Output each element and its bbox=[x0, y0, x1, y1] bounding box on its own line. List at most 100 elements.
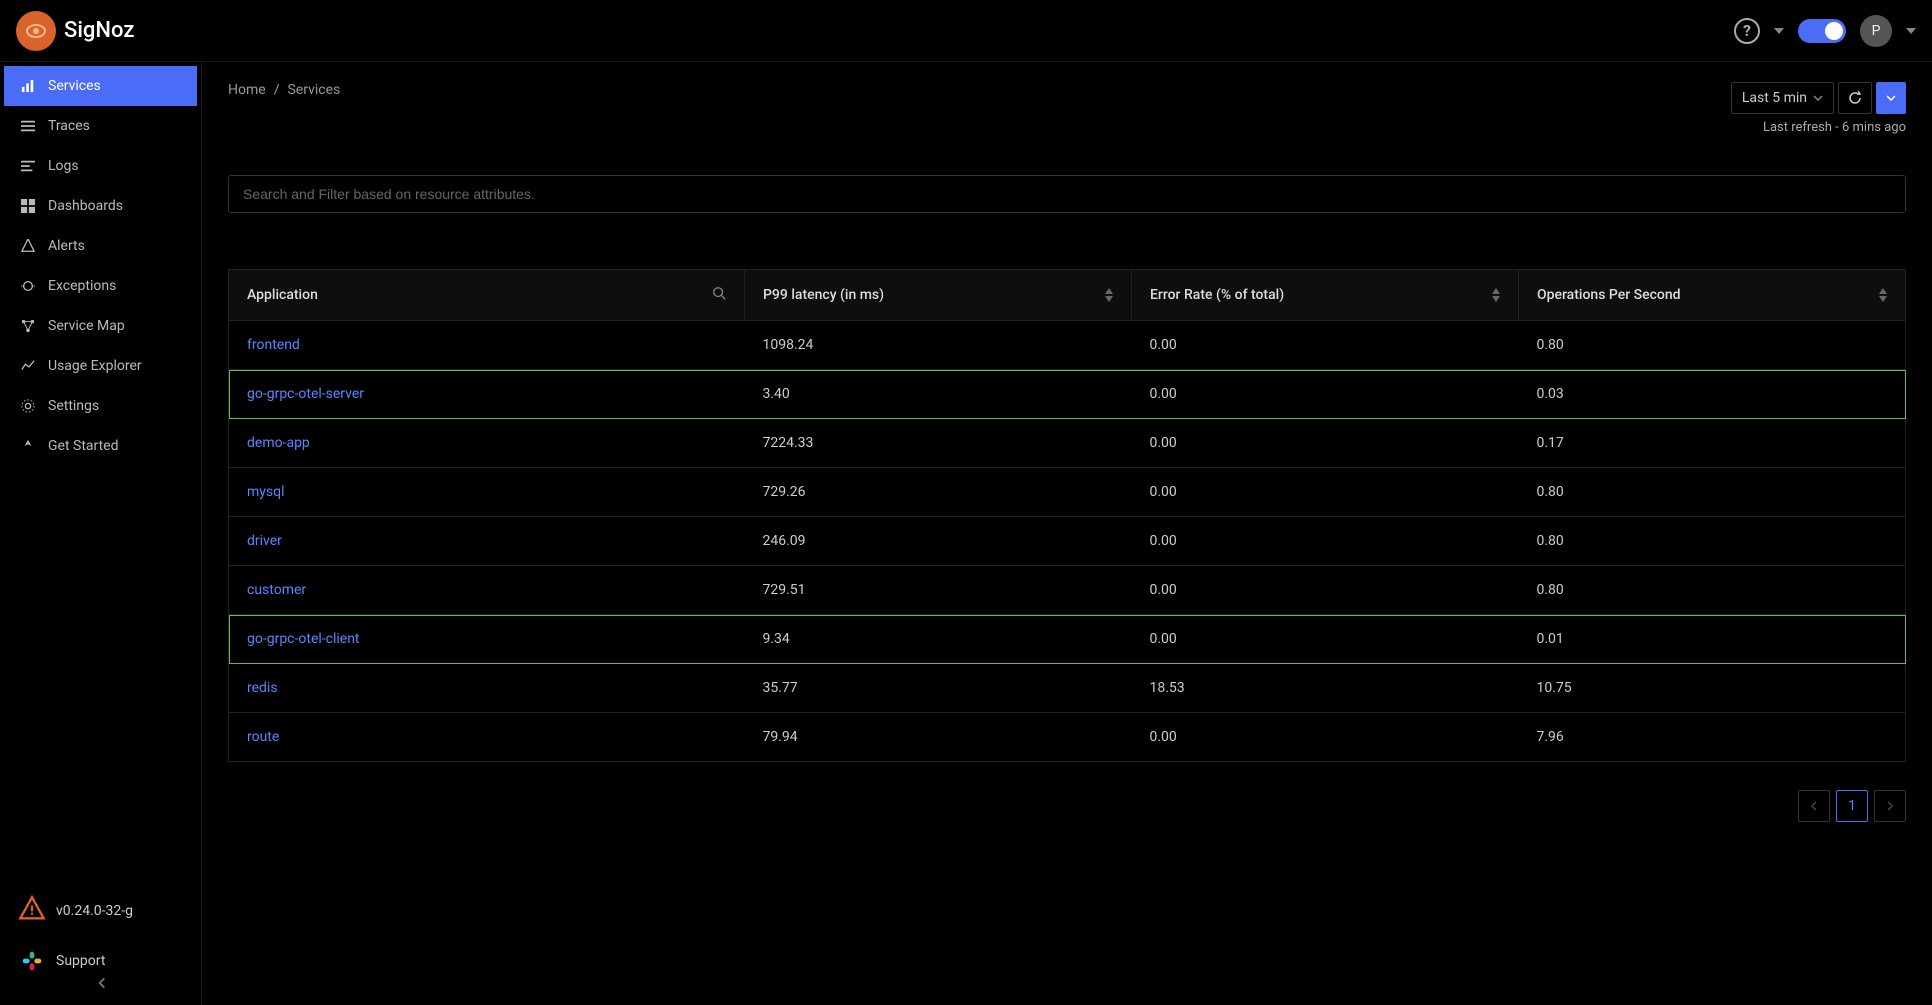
theme-toggle[interactable] bbox=[1798, 19, 1846, 43]
dashboard-icon bbox=[20, 198, 36, 214]
breadcrumb: Home / Services bbox=[228, 82, 340, 98]
sidebar-item-label: Exceptions bbox=[48, 278, 116, 294]
cell-ops: 0.80 bbox=[1518, 566, 1905, 615]
page-number-button[interactable]: 1 bbox=[1836, 790, 1868, 822]
cell-ops: 0.80 bbox=[1518, 468, 1905, 517]
th-application: Application bbox=[247, 287, 318, 303]
help-caret-icon[interactable] bbox=[1774, 28, 1784, 34]
sidebar-item-label: Usage Explorer bbox=[48, 358, 142, 374]
list-icon bbox=[20, 118, 36, 134]
breadcrumb-home[interactable]: Home bbox=[228, 82, 266, 98]
version-row[interactable]: v0.24.0-32-g bbox=[0, 885, 201, 937]
service-link[interactable]: route bbox=[247, 729, 279, 745]
refresh-interval-button[interactable] bbox=[1876, 82, 1906, 114]
sidebar-item-label: Service Map bbox=[48, 318, 125, 334]
cell-error-rate: 18.53 bbox=[1131, 664, 1518, 713]
network-icon bbox=[20, 318, 36, 334]
sort-icon[interactable] bbox=[1105, 288, 1113, 302]
refresh-icon bbox=[1847, 90, 1863, 106]
sidebar-item-alerts[interactable]: Alerts bbox=[0, 226, 201, 266]
cell-ops: 10.75 bbox=[1518, 664, 1905, 713]
sort-icon[interactable] bbox=[1879, 288, 1887, 302]
service-link[interactable]: redis bbox=[247, 680, 278, 696]
brand[interactable]: SigNoz bbox=[16, 11, 134, 51]
alert-icon bbox=[20, 238, 36, 254]
service-link[interactable]: go-grpc-otel-client bbox=[247, 631, 360, 647]
topbar: SigNoz ? P bbox=[0, 0, 1932, 62]
cell-p99: 729.26 bbox=[745, 468, 1132, 517]
sidebar-item-services[interactable]: Services bbox=[4, 66, 197, 106]
rocket-icon bbox=[20, 438, 36, 454]
sidebar-item-service-map[interactable]: Service Map bbox=[0, 306, 201, 346]
breadcrumb-sep: / bbox=[274, 82, 280, 98]
bug-icon bbox=[20, 278, 36, 294]
help-icon[interactable]: ? bbox=[1734, 18, 1760, 44]
chevron-left-icon bbox=[1809, 801, 1819, 811]
table-row: frontend1098.240.000.80 bbox=[229, 321, 1906, 370]
service-link[interactable]: customer bbox=[247, 582, 306, 598]
sidebar-item-dashboards[interactable]: Dashboards bbox=[0, 186, 201, 226]
main-content: Home / Services Last 5 min bbox=[202, 62, 1932, 1005]
sort-icon[interactable] bbox=[1492, 288, 1500, 302]
services-table: Application P99 latency (in ms) bbox=[228, 269, 1906, 762]
sidebar-item-settings[interactable]: Settings bbox=[0, 386, 201, 426]
sidebar-item-logs[interactable]: Logs bbox=[0, 146, 201, 186]
avatar[interactable]: P bbox=[1860, 15, 1892, 47]
table-row: route79.940.007.96 bbox=[229, 713, 1906, 762]
cell-ops: 0.80 bbox=[1518, 517, 1905, 566]
cell-error-rate: 0.00 bbox=[1131, 321, 1518, 370]
refresh-button[interactable] bbox=[1838, 82, 1872, 114]
bar-chart-icon bbox=[20, 78, 36, 94]
sidebar-item-traces[interactable]: Traces bbox=[0, 106, 201, 146]
sidebar-item-label: Get Started bbox=[48, 438, 119, 454]
service-link[interactable]: driver bbox=[247, 533, 282, 549]
collapse-sidebar-icon[interactable] bbox=[95, 975, 109, 989]
cell-p99: 3.40 bbox=[745, 370, 1132, 419]
slack-icon bbox=[18, 947, 46, 975]
sidebar-item-label: Alerts bbox=[48, 238, 85, 254]
cell-error-rate: 0.00 bbox=[1131, 370, 1518, 419]
cell-error-rate: 0.00 bbox=[1131, 713, 1518, 762]
cell-p99: 246.09 bbox=[745, 517, 1132, 566]
support-label: Support bbox=[56, 953, 105, 969]
search-icon[interactable] bbox=[712, 286, 726, 304]
page-prev-button[interactable] bbox=[1798, 790, 1830, 822]
page-next-button[interactable] bbox=[1874, 790, 1906, 822]
last-refresh-text: Last refresh - 6 mins ago bbox=[1763, 120, 1906, 135]
service-link[interactable]: demo-app bbox=[247, 435, 310, 451]
time-range-select[interactable]: Last 5 min bbox=[1731, 82, 1834, 114]
cell-error-rate: 0.00 bbox=[1131, 566, 1518, 615]
time-range-label: Last 5 min bbox=[1742, 90, 1807, 106]
cell-error-rate: 0.00 bbox=[1131, 615, 1518, 664]
warning-icon bbox=[18, 895, 46, 927]
table-row: mysql 729.260.000.80 bbox=[229, 468, 1906, 517]
sidebar-item-label: Dashboards bbox=[48, 198, 123, 214]
cell-p99: 9.34 bbox=[745, 615, 1132, 664]
table-row: go-grpc-otel-client9.340.000.01 bbox=[229, 615, 1906, 664]
cell-ops: 0.17 bbox=[1518, 419, 1905, 468]
cell-error-rate: 0.00 bbox=[1131, 419, 1518, 468]
cell-p99: 35.77 bbox=[745, 664, 1132, 713]
service-link[interactable]: frontend bbox=[247, 337, 300, 353]
cell-p99: 7224.33 bbox=[745, 419, 1132, 468]
sidebar-item-usage-explorer[interactable]: Usage Explorer bbox=[0, 346, 201, 386]
breadcrumb-current: Services bbox=[287, 82, 340, 98]
cell-p99: 1098.24 bbox=[745, 321, 1132, 370]
cell-error-rate: 0.00 bbox=[1131, 517, 1518, 566]
avatar-caret-icon[interactable] bbox=[1906, 28, 1916, 34]
sidebar-item-get-started[interactable]: Get Started bbox=[0, 426, 201, 466]
brand-logo-icon bbox=[16, 11, 56, 51]
cell-error-rate: 0.00 bbox=[1131, 468, 1518, 517]
brand-name: SigNoz bbox=[64, 18, 134, 43]
search-input[interactable] bbox=[228, 175, 1906, 213]
cell-p99: 729.51 bbox=[745, 566, 1132, 615]
service-link[interactable]: go-grpc-otel-server bbox=[247, 386, 364, 402]
sidebar: Services Traces Logs Dashboards Alerts bbox=[0, 62, 202, 1005]
cell-p99: 79.94 bbox=[745, 713, 1132, 762]
toggle-thumb bbox=[1825, 22, 1843, 40]
sidebar-item-label: Logs bbox=[48, 158, 79, 174]
pagination: 1 bbox=[228, 790, 1906, 822]
service-link[interactable]: mysql bbox=[247, 484, 285, 500]
sidebar-item-exceptions[interactable]: Exceptions bbox=[0, 266, 201, 306]
chevron-down-icon bbox=[1886, 95, 1896, 101]
